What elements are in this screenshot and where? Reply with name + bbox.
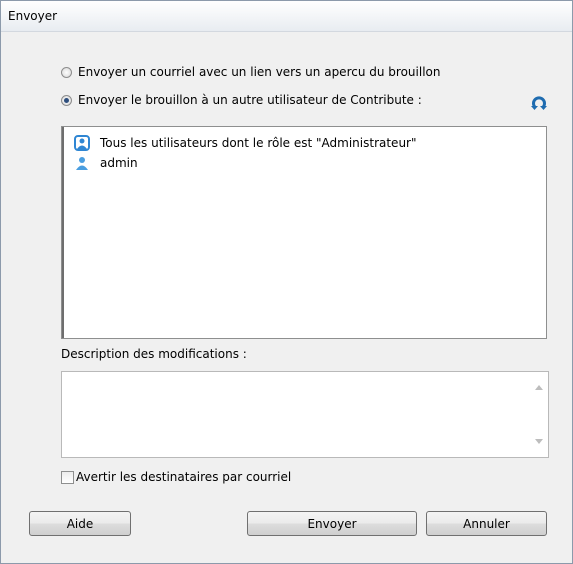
radio-send-user-label: Envoyer le brouillon à un autre utilisat… [78, 93, 422, 107]
user-group-icon [74, 135, 90, 151]
radio-email-link-label: Envoyer un courriel avec un lien vers un… [78, 65, 441, 79]
description-textarea[interactable] [61, 371, 549, 458]
notify-option[interactable]: Avertir les destinataires par courriel [61, 468, 291, 486]
cancel-button[interactable]: Annuler [426, 511, 547, 536]
help-button[interactable]: Aide [29, 511, 131, 536]
scroll-down-icon[interactable] [535, 439, 543, 444]
vertical-scrollbar[interactable] [531, 372, 548, 457]
radio-send-user[interactable]: Envoyer le brouillon à un autre utilisat… [61, 91, 422, 109]
user-icon [76, 157, 88, 170]
send-button[interactable]: Envoyer [247, 511, 417, 536]
user-list[interactable]: Tous les utilisateurs dont le rôle est "… [61, 126, 547, 339]
send-dialog: Envoyer Envoyer un courriel avec un lien… [0, 0, 573, 564]
scroll-up-icon[interactable] [535, 385, 543, 390]
dialog-title: Envoyer [8, 9, 58, 23]
radio-email-link[interactable]: Envoyer un courriel avec un lien vers un… [61, 63, 440, 81]
notify-label: Avertir les destinataires par courriel [76, 470, 292, 484]
checkbox[interactable] [61, 470, 74, 484]
user-item-label: admin [100, 156, 138, 170]
radio-button[interactable] [61, 66, 72, 78]
list-item[interactable]: Tous les utilisateurs dont le rôle est "… [74, 134, 417, 152]
radio-button[interactable] [61, 94, 72, 106]
refresh-icon[interactable] [530, 94, 548, 112]
list-divider [62, 127, 64, 338]
user-item-label: Tous les utilisateurs dont le rôle est "… [100, 136, 417, 150]
description-label: Description des modifications : [61, 347, 247, 361]
list-item[interactable]: admin [74, 154, 138, 172]
title-bar[interactable]: Envoyer [1, 1, 572, 32]
